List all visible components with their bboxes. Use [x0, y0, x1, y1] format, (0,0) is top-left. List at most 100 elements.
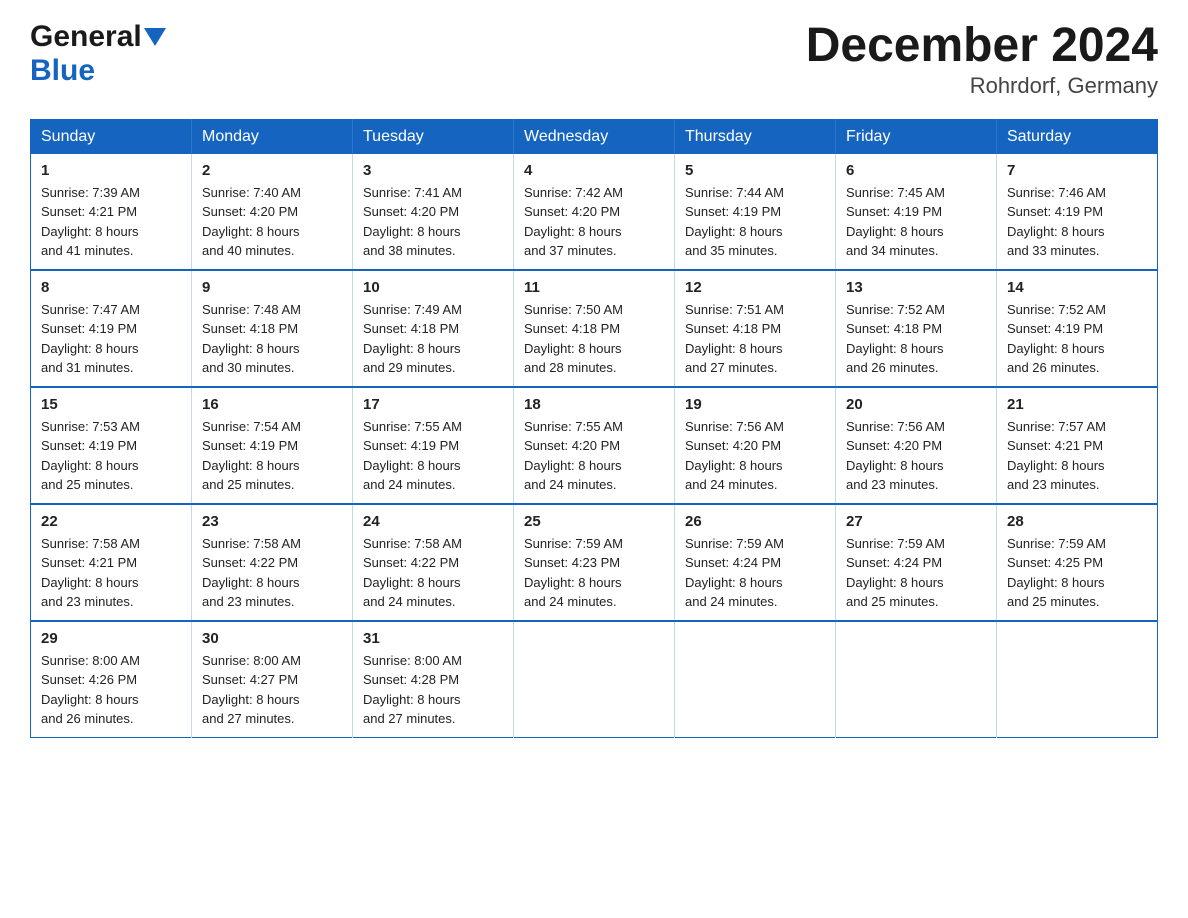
table-row: 21 Sunrise: 7:57 AM Sunset: 4:21 PM Dayl…	[997, 387, 1158, 504]
day-number: 26	[685, 513, 825, 530]
table-row: 6 Sunrise: 7:45 AM Sunset: 4:19 PM Dayli…	[836, 154, 997, 270]
table-row: 3 Sunrise: 7:41 AM Sunset: 4:20 PM Dayli…	[353, 154, 514, 270]
day-number: 19	[685, 396, 825, 413]
day-number: 6	[846, 162, 986, 179]
day-info: Sunrise: 7:55 AM Sunset: 4:19 PM Dayligh…	[363, 417, 503, 495]
day-number: 7	[1007, 162, 1147, 179]
table-row: 11 Sunrise: 7:50 AM Sunset: 4:18 PM Dayl…	[514, 270, 675, 387]
table-row: 12 Sunrise: 7:51 AM Sunset: 4:18 PM Dayl…	[675, 270, 836, 387]
month-year-title: December 2024	[806, 20, 1158, 73]
calendar-table: Sunday Monday Tuesday Wednesday Thursday…	[30, 119, 1158, 738]
table-row: 22 Sunrise: 7:58 AM Sunset: 4:21 PM Dayl…	[31, 504, 192, 621]
calendar-week-row: 1 Sunrise: 7:39 AM Sunset: 4:21 PM Dayli…	[31, 154, 1158, 270]
day-info: Sunrise: 7:58 AM Sunset: 4:22 PM Dayligh…	[363, 534, 503, 612]
header-saturday: Saturday	[997, 119, 1158, 154]
table-row: 31 Sunrise: 8:00 AM Sunset: 4:28 PM Dayl…	[353, 621, 514, 738]
day-number: 5	[685, 162, 825, 179]
table-row: 28 Sunrise: 7:59 AM Sunset: 4:25 PM Dayl…	[997, 504, 1158, 621]
day-info: Sunrise: 7:40 AM Sunset: 4:20 PM Dayligh…	[202, 183, 342, 261]
day-number: 30	[202, 630, 342, 647]
day-number: 25	[524, 513, 664, 530]
table-row: 13 Sunrise: 7:52 AM Sunset: 4:18 PM Dayl…	[836, 270, 997, 387]
header-monday: Monday	[192, 119, 353, 154]
header-wednesday: Wednesday	[514, 119, 675, 154]
table-row: 25 Sunrise: 7:59 AM Sunset: 4:23 PM Dayl…	[514, 504, 675, 621]
header: General Blue December 2024 Rohrdorf, Ger…	[30, 20, 1158, 99]
day-number: 11	[524, 279, 664, 296]
table-row	[997, 621, 1158, 738]
header-tuesday: Tuesday	[353, 119, 514, 154]
day-number: 31	[363, 630, 503, 647]
day-info: Sunrise: 7:54 AM Sunset: 4:19 PM Dayligh…	[202, 417, 342, 495]
day-number: 8	[41, 279, 181, 296]
day-info: Sunrise: 7:58 AM Sunset: 4:21 PM Dayligh…	[41, 534, 181, 612]
day-number: 24	[363, 513, 503, 530]
header-thursday: Thursday	[675, 119, 836, 154]
day-info: Sunrise: 7:57 AM Sunset: 4:21 PM Dayligh…	[1007, 417, 1147, 495]
table-row: 8 Sunrise: 7:47 AM Sunset: 4:19 PM Dayli…	[31, 270, 192, 387]
logo-blue: Blue	[30, 54, 95, 87]
day-number: 20	[846, 396, 986, 413]
day-info: Sunrise: 7:56 AM Sunset: 4:20 PM Dayligh…	[685, 417, 825, 495]
table-row: 2 Sunrise: 7:40 AM Sunset: 4:20 PM Dayli…	[192, 154, 353, 270]
table-row	[514, 621, 675, 738]
table-row: 15 Sunrise: 7:53 AM Sunset: 4:19 PM Dayl…	[31, 387, 192, 504]
day-number: 4	[524, 162, 664, 179]
logo: General Blue	[30, 20, 166, 88]
day-info: Sunrise: 7:41 AM Sunset: 4:20 PM Dayligh…	[363, 183, 503, 261]
calendar-body: 1 Sunrise: 7:39 AM Sunset: 4:21 PM Dayli…	[31, 154, 1158, 738]
day-number: 23	[202, 513, 342, 530]
title-area: December 2024 Rohrdorf, Germany	[806, 20, 1158, 99]
day-number: 14	[1007, 279, 1147, 296]
day-number: 13	[846, 279, 986, 296]
table-row: 10 Sunrise: 7:49 AM Sunset: 4:18 PM Dayl…	[353, 270, 514, 387]
table-row: 4 Sunrise: 7:42 AM Sunset: 4:20 PM Dayli…	[514, 154, 675, 270]
day-info: Sunrise: 7:52 AM Sunset: 4:19 PM Dayligh…	[1007, 300, 1147, 378]
day-info: Sunrise: 8:00 AM Sunset: 4:28 PM Dayligh…	[363, 651, 503, 729]
table-row: 30 Sunrise: 8:00 AM Sunset: 4:27 PM Dayl…	[192, 621, 353, 738]
table-row: 19 Sunrise: 7:56 AM Sunset: 4:20 PM Dayl…	[675, 387, 836, 504]
day-number: 16	[202, 396, 342, 413]
table-row	[836, 621, 997, 738]
day-info: Sunrise: 7:48 AM Sunset: 4:18 PM Dayligh…	[202, 300, 342, 378]
table-row: 23 Sunrise: 7:58 AM Sunset: 4:22 PM Dayl…	[192, 504, 353, 621]
day-number: 28	[1007, 513, 1147, 530]
day-number: 15	[41, 396, 181, 413]
day-info: Sunrise: 7:55 AM Sunset: 4:20 PM Dayligh…	[524, 417, 664, 495]
table-row: 18 Sunrise: 7:55 AM Sunset: 4:20 PM Dayl…	[514, 387, 675, 504]
day-info: Sunrise: 7:49 AM Sunset: 4:18 PM Dayligh…	[363, 300, 503, 378]
day-number: 27	[846, 513, 986, 530]
day-info: Sunrise: 7:45 AM Sunset: 4:19 PM Dayligh…	[846, 183, 986, 261]
table-row: 24 Sunrise: 7:58 AM Sunset: 4:22 PM Dayl…	[353, 504, 514, 621]
day-info: Sunrise: 7:59 AM Sunset: 4:24 PM Dayligh…	[846, 534, 986, 612]
day-info: Sunrise: 7:53 AM Sunset: 4:19 PM Dayligh…	[41, 417, 181, 495]
table-row: 27 Sunrise: 7:59 AM Sunset: 4:24 PM Dayl…	[836, 504, 997, 621]
table-row: 16 Sunrise: 7:54 AM Sunset: 4:19 PM Dayl…	[192, 387, 353, 504]
day-number: 12	[685, 279, 825, 296]
table-row: 14 Sunrise: 7:52 AM Sunset: 4:19 PM Dayl…	[997, 270, 1158, 387]
table-row: 20 Sunrise: 7:56 AM Sunset: 4:20 PM Dayl…	[836, 387, 997, 504]
day-info: Sunrise: 7:44 AM Sunset: 4:19 PM Dayligh…	[685, 183, 825, 261]
table-row: 5 Sunrise: 7:44 AM Sunset: 4:19 PM Dayli…	[675, 154, 836, 270]
day-number: 18	[524, 396, 664, 413]
calendar-week-row: 8 Sunrise: 7:47 AM Sunset: 4:19 PM Dayli…	[31, 270, 1158, 387]
day-info: Sunrise: 7:58 AM Sunset: 4:22 PM Dayligh…	[202, 534, 342, 612]
day-number: 17	[363, 396, 503, 413]
day-info: Sunrise: 7:59 AM Sunset: 4:25 PM Dayligh…	[1007, 534, 1147, 612]
day-info: Sunrise: 7:50 AM Sunset: 4:18 PM Dayligh…	[524, 300, 664, 378]
table-row: 1 Sunrise: 7:39 AM Sunset: 4:21 PM Dayli…	[31, 154, 192, 270]
calendar-week-row: 15 Sunrise: 7:53 AM Sunset: 4:19 PM Dayl…	[31, 387, 1158, 504]
table-row: 17 Sunrise: 7:55 AM Sunset: 4:19 PM Dayl…	[353, 387, 514, 504]
header-friday: Friday	[836, 119, 997, 154]
day-info: Sunrise: 7:52 AM Sunset: 4:18 PM Dayligh…	[846, 300, 986, 378]
table-row: 29 Sunrise: 8:00 AM Sunset: 4:26 PM Dayl…	[31, 621, 192, 738]
day-header-row: Sunday Monday Tuesday Wednesday Thursday…	[31, 119, 1158, 154]
day-info: Sunrise: 8:00 AM Sunset: 4:27 PM Dayligh…	[202, 651, 342, 729]
table-row	[675, 621, 836, 738]
calendar-week-row: 22 Sunrise: 7:58 AM Sunset: 4:21 PM Dayl…	[31, 504, 1158, 621]
day-number: 10	[363, 279, 503, 296]
calendar-header: Sunday Monday Tuesday Wednesday Thursday…	[31, 119, 1158, 154]
table-row: 7 Sunrise: 7:46 AM Sunset: 4:19 PM Dayli…	[997, 154, 1158, 270]
header-sunday: Sunday	[31, 119, 192, 154]
day-info: Sunrise: 7:47 AM Sunset: 4:19 PM Dayligh…	[41, 300, 181, 378]
